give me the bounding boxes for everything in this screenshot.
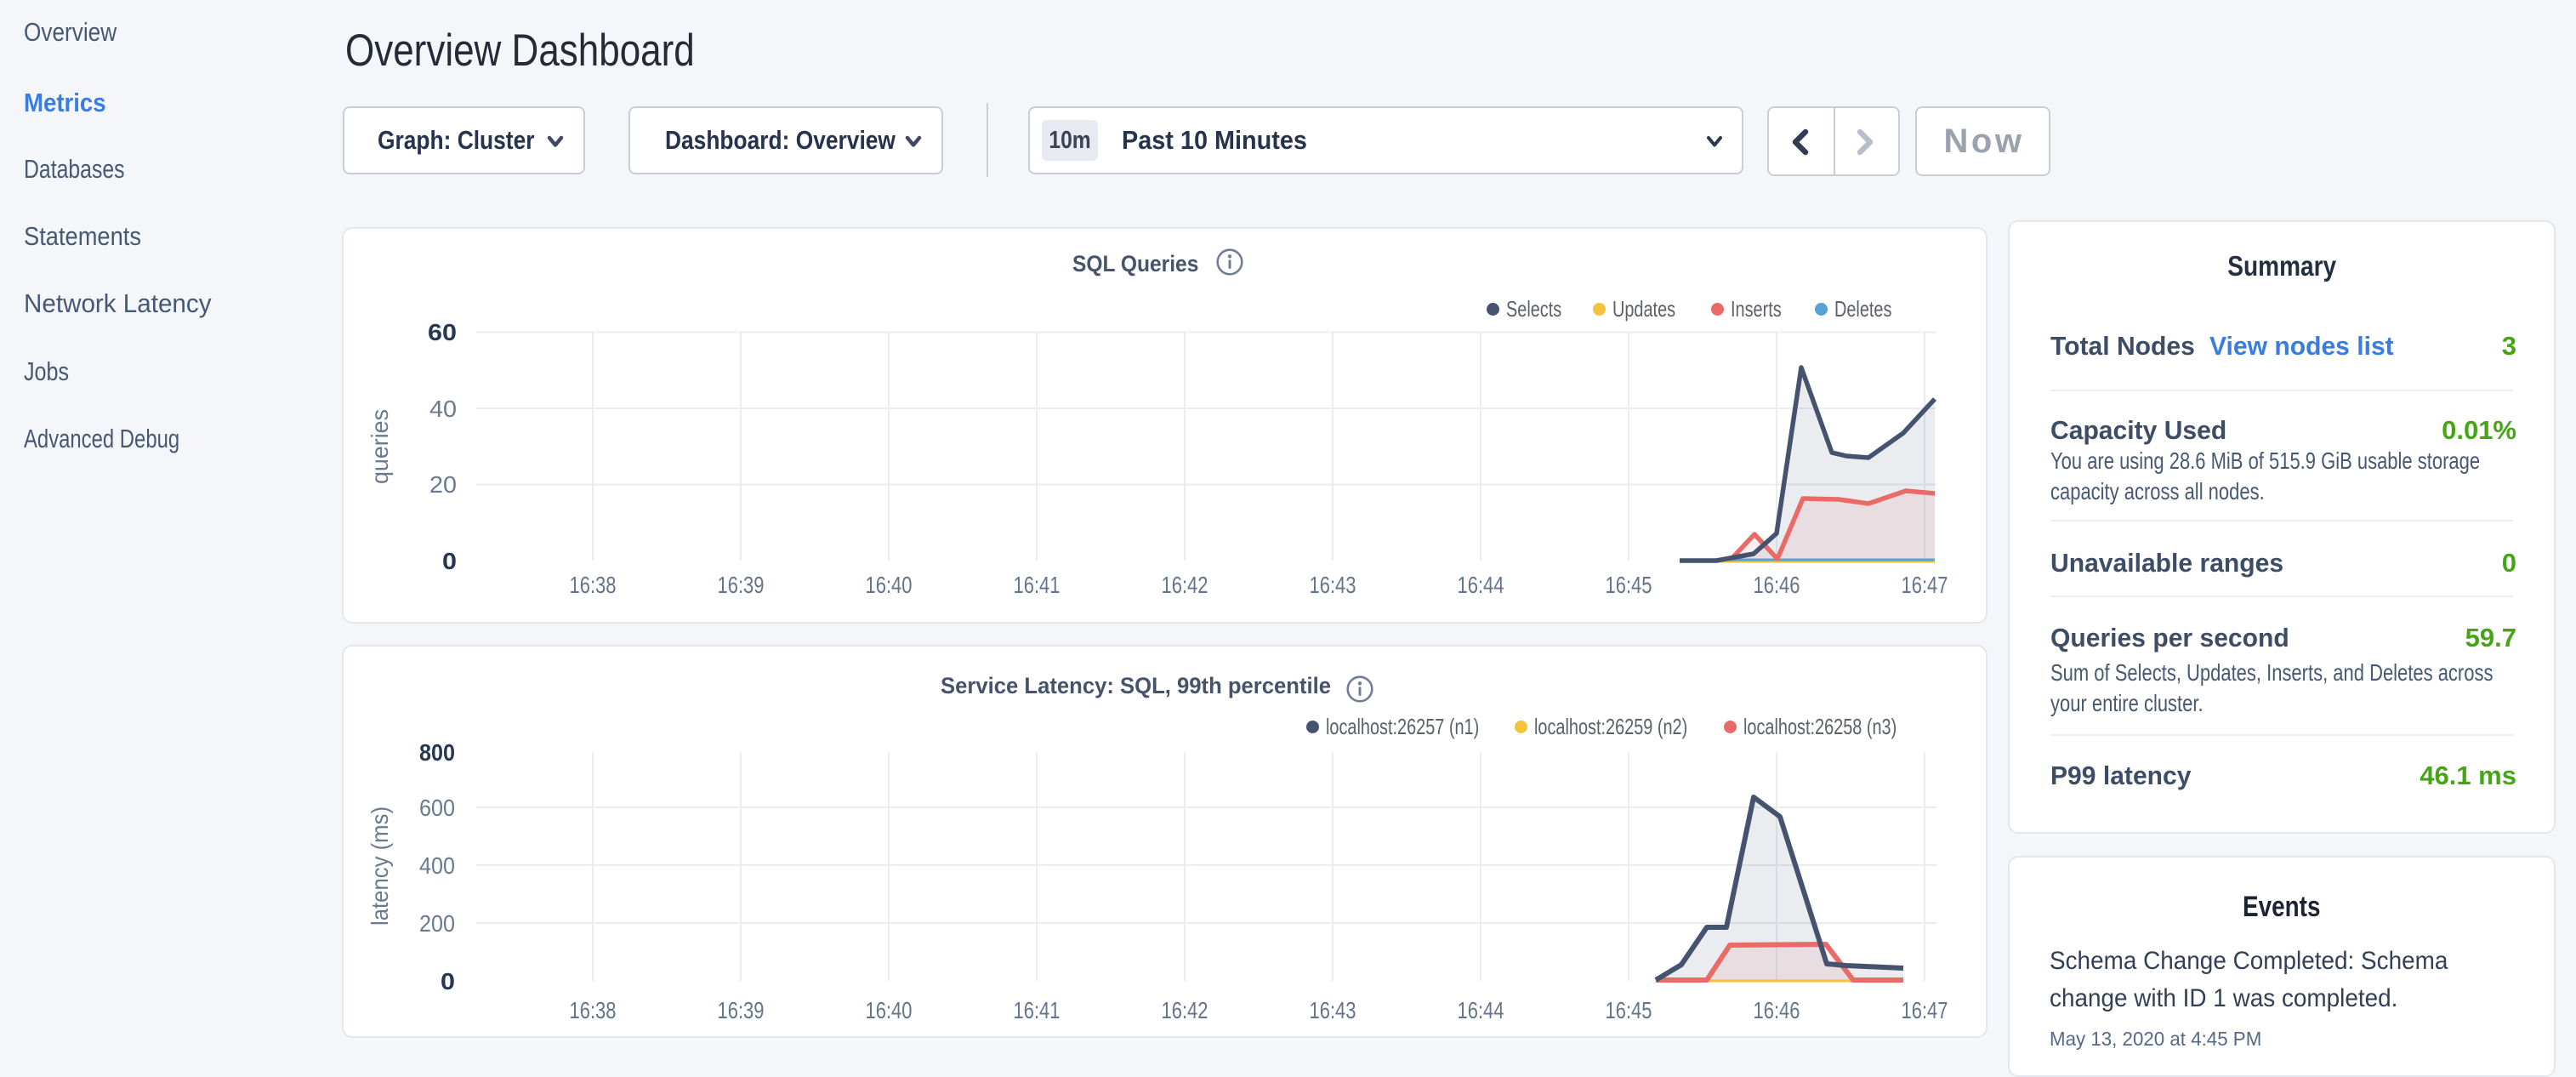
svg-text:16:45: 16:45 bbox=[1606, 572, 1652, 598]
svg-text:800: 800 bbox=[419, 739, 455, 766]
svg-text:queries: queries bbox=[367, 409, 393, 484]
svg-text:16:42: 16:42 bbox=[1162, 997, 1208, 1023]
svg-text:16:44: 16:44 bbox=[1458, 997, 1504, 1023]
svg-text:16:47: 16:47 bbox=[1902, 572, 1948, 598]
svg-text:0: 0 bbox=[442, 548, 457, 574]
svg-text:16:46: 16:46 bbox=[1754, 572, 1800, 598]
svg-text:40: 40 bbox=[429, 396, 457, 422]
svg-text:16:43: 16:43 bbox=[1310, 572, 1356, 598]
svg-text:16:41: 16:41 bbox=[1014, 572, 1061, 598]
svg-text:16:45: 16:45 bbox=[1606, 997, 1652, 1023]
svg-text:16:38: 16:38 bbox=[570, 997, 617, 1023]
svg-text:16:44: 16:44 bbox=[1458, 572, 1504, 598]
svg-text:16:43: 16:43 bbox=[1310, 997, 1356, 1023]
svg-text:16:47: 16:47 bbox=[1902, 997, 1948, 1023]
svg-text:16:40: 16:40 bbox=[866, 997, 913, 1023]
svg-text:16:39: 16:39 bbox=[718, 572, 765, 598]
svg-text:16:46: 16:46 bbox=[1754, 997, 1800, 1023]
svg-text:16:42: 16:42 bbox=[1162, 572, 1208, 598]
svg-text:16:41: 16:41 bbox=[1014, 997, 1061, 1023]
svg-text:200: 200 bbox=[419, 910, 455, 937]
svg-text:16:40: 16:40 bbox=[866, 572, 913, 598]
svg-text:16:38: 16:38 bbox=[570, 572, 617, 598]
svg-text:400: 400 bbox=[419, 852, 455, 879]
svg-text:600: 600 bbox=[419, 795, 455, 821]
svg-text:20: 20 bbox=[429, 471, 457, 498]
svg-text:0: 0 bbox=[441, 968, 455, 994]
svg-text:16:39: 16:39 bbox=[718, 997, 765, 1023]
svg-text:60: 60 bbox=[428, 319, 457, 345]
svg-text:latency (ms): latency (ms) bbox=[367, 806, 393, 926]
